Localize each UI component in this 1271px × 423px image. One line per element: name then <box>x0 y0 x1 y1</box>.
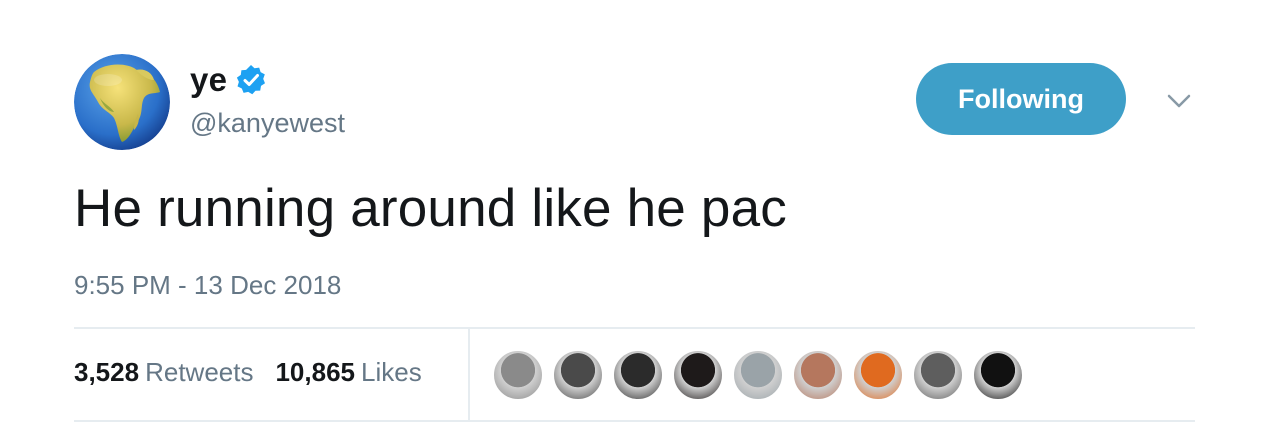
liker-avatar-6[interactable] <box>793 350 843 400</box>
following-button[interactable]: Following <box>916 63 1126 135</box>
liker-avatar-4[interactable] <box>673 350 723 400</box>
verified-badge-icon <box>235 64 267 96</box>
tweet-card: ye @kanyewest Following He running aroun… <box>0 0 1271 423</box>
liker-avatar-9[interactable] <box>973 350 1023 400</box>
likes-count: 10,865 <box>275 357 355 387</box>
liker-avatar-5[interactable] <box>733 350 783 400</box>
display-name[interactable]: ye <box>190 61 227 99</box>
retweets-count: 3,528 <box>74 357 140 387</box>
user-avatar[interactable] <box>74 54 170 150</box>
stats-separator <box>468 329 470 420</box>
likes-label: Likes <box>361 357 422 387</box>
liker-avatar-7[interactable] <box>853 350 903 400</box>
retweets-stat[interactable]: 3,528 Retweets <box>74 357 253 388</box>
liker-avatar-1[interactable] <box>493 350 543 400</box>
liker-avatar-2[interactable] <box>553 350 603 400</box>
liker-avatar-3[interactable] <box>613 350 663 400</box>
divider <box>74 327 1195 329</box>
tweet-stats: 3,528 Retweets 10,865 Likes <box>74 357 444 388</box>
user-handle[interactable]: @kanyewest <box>190 108 345 139</box>
chevron-down-icon[interactable] <box>1166 92 1192 110</box>
user-name-row: ye <box>190 58 267 102</box>
earth-africa-globe-icon <box>74 54 170 150</box>
liker-avatars <box>493 350 1033 400</box>
tweet-text: He running around like he pac <box>74 179 787 238</box>
retweets-label: Retweets <box>145 357 254 387</box>
likes-stat[interactable]: 10,865 Likes <box>275 357 421 388</box>
divider <box>74 420 1195 422</box>
tweet-timestamp[interactable]: 9:55 PM - 13 Dec 2018 <box>74 270 341 301</box>
liker-avatar-8[interactable] <box>913 350 963 400</box>
